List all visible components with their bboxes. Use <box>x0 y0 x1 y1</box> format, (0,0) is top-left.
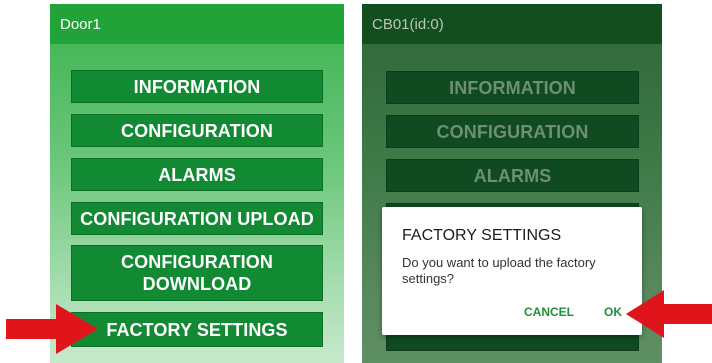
cancel-button[interactable]: CANCEL <box>524 305 574 319</box>
configuration-download-button[interactable]: CONFIGURATION DOWNLOAD <box>71 245 323 301</box>
configuration-upload-button[interactable]: CONFIGURATION UPLOAD <box>71 202 323 235</box>
dialog-title: FACTORY SETTINGS <box>402 227 562 244</box>
cb01-screen: CB01(id:0) INFORMATION CONFIGURATION ALA… <box>362 4 662 363</box>
alarms-button[interactable]: ALARMS <box>71 158 323 191</box>
factory-settings-dialog: FACTORY SETTINGS Do you want to upload t… <box>382 207 642 335</box>
app-bar-title: CB01(id:0) <box>372 15 444 33</box>
factory-settings-button[interactable]: FACTORY SETTINGS <box>71 312 323 347</box>
app-bar: CB01(id:0) <box>362 4 662 44</box>
app-bar: Door1 <box>50 4 344 44</box>
screenshot-stage: Door1 INFORMATION CONFIGURATION ALARMS C… <box>0 0 712 363</box>
alarms-button: ALARMS <box>386 159 639 192</box>
dialog-message: Do you want to upload the factory settin… <box>402 255 596 286</box>
configuration-button: CONFIGURATION <box>386 115 639 148</box>
information-button[interactable]: INFORMATION <box>71 70 323 103</box>
dialog-actions: CANCEL OK <box>524 305 622 319</box>
ok-button[interactable]: OK <box>604 305 622 319</box>
app-bar-title: Door1 <box>60 15 101 33</box>
red-arrow-icon <box>6 304 98 354</box>
red-arrow-icon <box>626 290 712 338</box>
information-button: INFORMATION <box>386 71 639 104</box>
configuration-button[interactable]: CONFIGURATION <box>71 114 323 147</box>
